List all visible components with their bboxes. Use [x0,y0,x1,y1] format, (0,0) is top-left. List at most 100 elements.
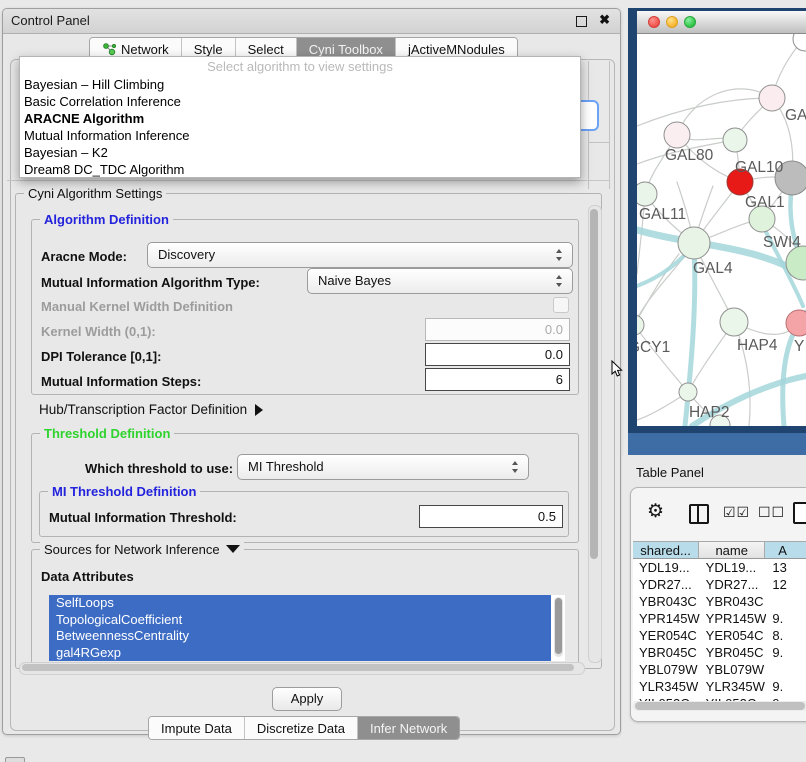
algorithm-option[interactable]: Dream8 DC_TDC Algorithm [24,161,576,178]
node-salmon[interactable] [786,310,806,336]
aracne-mode-select[interactable]: Discovery [147,242,573,268]
table-row[interactable]: YDL19...YDL19...13 [633,559,806,576]
apply-button[interactable]: Apply [272,687,342,711]
close-traffic-icon[interactable] [648,16,660,28]
network-window-titlebar[interactable] [637,11,806,34]
sources-title-row[interactable]: Sources for Network Inference [40,542,244,557]
attributes-scrollbar[interactable] [554,597,563,657]
table-hscroll-thumb[interactable] [635,702,805,710]
bottom-tabbar: Impute Data Discretize Data Infer Networ… [148,716,460,740]
attribute-item[interactable]: gal4RGexp [49,645,551,662]
spinner-arrows-icon [512,461,519,473]
column-header-name[interactable]: name [699,541,765,559]
float-window-icon[interactable] [576,16,587,27]
tab-discretize-data[interactable]: Discretize Data [245,717,358,739]
function-builder-icon[interactable] [793,502,806,524]
node-hap4[interactable] [720,308,748,336]
network-canvas-svg: GALGAL80GAL10GAL1GAL11SWI4GAL4GCY1HAP4YH… [637,34,806,426]
table-horizontal-scrollbar[interactable] [633,701,806,711]
column-header-shared-name[interactable]: shared... [633,541,699,559]
table-row[interactable]: YDR27...YDR27...12 [633,576,806,593]
which-threshold-value: MI Threshold [248,459,324,474]
node-label: GAL1 [745,194,785,211]
network-canvas[interactable]: GALGAL80GAL10GAL1GAL11SWI4GAL4GCY1HAP4YH… [637,34,806,426]
desktop-background: GALGAL80GAL10GAL1GAL11SWI4GAL4GCY1HAP4YH… [628,8,806,455]
settings-horizontal-scrollbar[interactable] [19,662,585,675]
table-panel: Table Panel ⚙ ☑☑ ☐☐ shared... name A YDL… [622,455,806,762]
table-toolbar: ⚙ ☑☑ ☐☐ [631,488,806,538]
algorithm-option[interactable]: Basic Correlation Inference [24,93,576,110]
node-gal80[interactable] [664,122,690,148]
which-threshold-select[interactable]: MI Threshold [237,454,529,480]
algorithm-option[interactable]: Mutual Information Inference [24,127,576,144]
manual-kernel-checkbox[interactable] [553,297,569,313]
deselect-all-icon[interactable]: ☐☐ [758,504,785,521]
table-row[interactable]: YER054CYER054C8. [633,627,806,644]
kernel-width-field[interactable]: 0.0 [425,318,570,341]
node-partial-top[interactable] [793,34,806,51]
hidden-panel-border [588,142,610,143]
column-header-partial[interactable]: A [765,541,806,559]
node-hap2[interactable] [679,383,697,401]
bottom-left-partial-button[interactable] [5,757,25,762]
zoom-traffic-icon[interactable] [684,16,696,28]
settings-vscroll-thumb[interactable] [590,209,598,559]
algorithm-option-selected[interactable]: ARACNE Algorithm [24,110,576,127]
node-gal4[interactable] [678,227,710,259]
settings-hscroll-thumb[interactable] [22,664,574,671]
select-all-icon[interactable]: ☑☑ [723,504,750,521]
hub-definition-expander[interactable]: Hub/Transcription Factor Definition [39,402,263,417]
node-table: shared... name A YDL19...YDL19...13 YDR2… [633,541,806,701]
network-icon [102,43,116,56]
settings-vertical-scrollbar[interactable] [588,205,602,663]
node-label: HAP2 [689,404,730,421]
which-threshold-label: Which threshold to use: [85,461,233,476]
data-attributes-label: Data Attributes [41,569,134,584]
algorithm-option[interactable]: Bayesian – K2 [24,144,576,161]
aracne-mode-value: Discovery [158,247,215,262]
data-attributes-list[interactable]: SelfLoops TopologicalCoefficient Between… [49,595,565,661]
table-row[interactable]: YLR345WYLR345W9. [633,678,806,695]
algorithm-definition-title: Algorithm Definition [40,212,173,227]
table-row[interactable]: YBR045CYBR045C9. [633,644,806,661]
sources-title: Sources for Network Inference [44,542,220,557]
node-gal11[interactable] [637,182,657,206]
node-label: Y [794,338,804,355]
algorithm-dropdown-popup: Select algorithm to view settings Bayesi… [19,56,581,178]
tab-cyni-toolbox-label: Cyni Toolbox [309,42,383,57]
node-label: GCY1 [637,339,670,356]
attribute-item[interactable]: TopologicalCoefficient [49,612,551,629]
mi-steps-field[interactable]: 6 [425,368,570,391]
threshold-definition-title: Threshold Definition [40,426,174,441]
table-row[interactable]: YBR043CYBR043C [633,593,806,610]
node-label: SWI4 [763,234,801,251]
tab-impute-data[interactable]: Impute Data [149,717,245,739]
attribute-item[interactable]: BetweennessCentrality [49,628,551,645]
network-view-window: GALGAL80GAL10GAL1GAL11SWI4GAL4GCY1HAP4YH… [628,8,806,433]
dpi-tolerance-field[interactable]: 0.0 [425,343,570,366]
table-body: YDL19...YDL19...13 YDR27...YDR27...12 YB… [633,559,806,701]
algorithm-option[interactable]: Bayesian – Hill Climbing [24,76,576,93]
mi-type-select[interactable]: Naive Bayes [307,268,573,294]
control-panel-titlebar: Control Panel ✖ [3,9,620,34]
columns-icon[interactable] [689,504,709,524]
table-row[interactable]: YBL079WYBL079W [633,661,806,678]
node-gcy1[interactable] [637,315,644,335]
tab-infer-network[interactable]: Infer Network [358,717,459,739]
tab-impute-data-label: Impute Data [161,721,232,736]
minimize-traffic-icon[interactable] [666,16,678,28]
node-label: GAL10 [735,159,784,176]
algorithm-placeholder: Select algorithm to view settings [20,59,580,74]
tab-infer-network-label: Infer Network [370,721,447,736]
cyni-settings-title: Cyni Algorithm Settings [24,186,166,201]
mi-threshold-field[interactable]: 0.5 [419,505,563,528]
attribute-item[interactable]: SelfLoops [49,595,551,612]
gear-icon[interactable]: ⚙ [647,500,664,523]
tab-select-label: Select [248,42,284,57]
node-gal10[interactable] [723,128,747,152]
node-gal7[interactable] [759,85,785,111]
table-row[interactable]: YPR145WYPR145W9. [633,610,806,627]
attributes-scrollbar-thumb[interactable] [555,598,562,654]
close-icon[interactable]: ✖ [599,12,610,28]
mi-threshold-definition-title: MI Threshold Definition [48,484,200,499]
